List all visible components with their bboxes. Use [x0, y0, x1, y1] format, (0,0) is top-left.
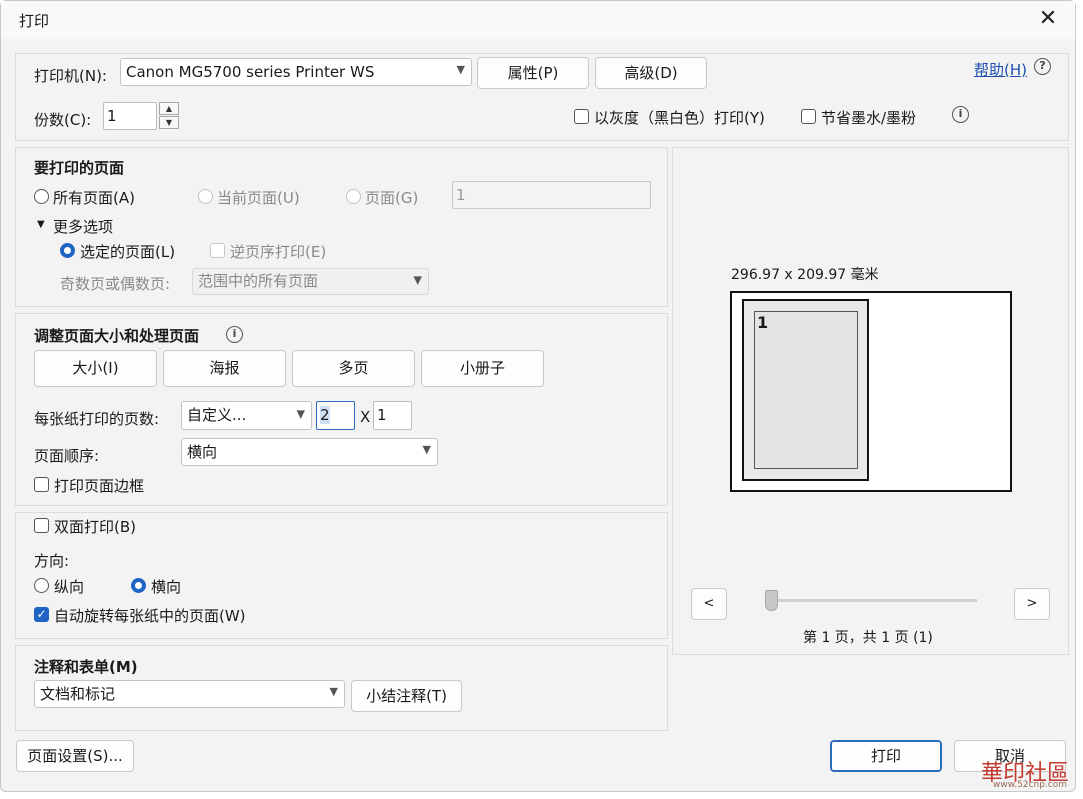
landscape-label[interactable]: 横向 [151, 576, 181, 597]
duplex-checkbox[interactable] [34, 518, 49, 533]
copies-increment-button[interactable]: ▲ [159, 102, 179, 115]
preview-panel: 296.97 x 209.97 毫米 1 < > 第 1 页，共 1 页 (1) [672, 147, 1069, 655]
close-icon[interactable]: ✕ [1033, 5, 1063, 35]
pages-per-sheet-label: 每张纸打印的页数: [34, 410, 160, 428]
page-sizing-heading: 调整页面大小和处理页面 [34, 327, 200, 345]
print-border-checkbox[interactable] [34, 477, 49, 492]
window-title: 打印 [19, 12, 50, 30]
current-page-radio[interactable] [198, 189, 213, 204]
print-button[interactable]: 打印 [830, 740, 942, 772]
duplex-label[interactable]: 双面打印(B) [54, 516, 136, 537]
advanced-button[interactable]: 高级(D) [595, 57, 707, 89]
page-order-value: 横向 [187, 443, 218, 461]
times-label: X [360, 408, 371, 426]
comments-heading: 注释和表单(M) [34, 658, 138, 676]
reverse-order-label[interactable]: 逆页序打印(E) [230, 241, 326, 262]
chevron-down-icon: ▼ [329, 684, 338, 698]
save-ink-checkbox[interactable] [801, 109, 816, 124]
rows-value: 1 [377, 406, 387, 424]
auto-rotate-checkbox[interactable]: ✓ [34, 607, 49, 622]
grayscale-checkbox[interactable] [574, 109, 589, 124]
chevron-down-icon: ▼ [296, 406, 305, 420]
help-link[interactable]: 帮助(H) [974, 59, 1027, 80]
all-pages-label[interactable]: 所有页面(A) [53, 187, 135, 208]
pages-per-sheet-value: 自定义... [187, 406, 247, 424]
save-ink-label[interactable]: 节省墨水/墨粉 [821, 107, 916, 128]
preview-slider-thumb[interactable] [765, 590, 778, 611]
pages-label[interactable]: 页面(G) [365, 187, 418, 208]
help-question-icon[interactable]: ? [1034, 58, 1051, 75]
chevron-down-icon: ▼ [456, 62, 465, 76]
preview-page-number: 1 [757, 313, 769, 332]
preview-page-area: 1 [742, 299, 869, 481]
paper-dimensions: 296.97 x 209.97 毫米 [731, 267, 879, 283]
copies-label: 份数(C): [34, 111, 92, 129]
reverse-order-checkbox[interactable] [210, 243, 225, 258]
multiple-pages-button[interactable]: 多页 [292, 350, 415, 387]
copies-decrement-button[interactable]: ▼ [159, 116, 179, 129]
odd-even-select[interactable]: 范围中的所有页面 ▼ [192, 268, 429, 295]
print-dialog: 打印 ✕ 打印机(N): Canon MG5700 series Printer… [0, 0, 1076, 792]
poster-button[interactable]: 海报 [163, 350, 286, 387]
page-status: 第 1 页，共 1 页 (1) [803, 630, 933, 646]
watermark-url: www.52cnp.com [992, 780, 1067, 790]
duplex-panel: 双面打印(B) 方向: 纵向 横向 ✓ 自动旋转每张纸中的页面(W) [15, 512, 668, 639]
grayscale-label[interactable]: 以灰度（黑白色）打印(Y) [594, 107, 765, 128]
next-page-button[interactable]: > [1014, 588, 1050, 620]
pages-heading: 要打印的页面 [34, 159, 125, 177]
selected-pages-label[interactable]: 选定的页面(L) [80, 241, 175, 262]
portrait-label[interactable]: 纵向 [54, 576, 84, 597]
title-bar: 打印 ✕ [1, 1, 1075, 39]
comments-panel: 注释和表单(M) 文档和标记 ▼ 小结注释(T) [15, 645, 668, 731]
chevron-down-icon: ▼ [413, 273, 422, 286]
triangle-down-icon[interactable]: ▼ [37, 219, 45, 230]
chevron-down-icon: ▼ [422, 442, 431, 456]
booklet-button[interactable]: 小册子 [421, 350, 544, 387]
orientation-label: 方向: [34, 552, 70, 570]
columns-value: 2 [320, 406, 330, 424]
odd-even-value: 范围中的所有页面 [198, 272, 319, 290]
page-sizing-panel: 调整页面大小和处理页面 i 大小(I) 海报 多页 小册子 每张纸打印的页数: … [15, 313, 668, 506]
pages-range-input[interactable]: 1 [452, 181, 651, 209]
preview-page: 1 [754, 311, 858, 469]
summarize-comments-button[interactable]: 小结注释(T) [351, 680, 462, 712]
size-button[interactable]: 大小(I) [34, 350, 157, 387]
portrait-radio[interactable] [34, 578, 49, 593]
rows-input[interactable]: 1 [373, 401, 412, 430]
info-icon[interactable]: i [952, 106, 969, 123]
preview-sheet: 1 [730, 291, 1012, 492]
odd-even-label: 奇数页或偶数页: [60, 275, 171, 293]
comments-select[interactable]: 文档和标记 ▼ [34, 680, 345, 708]
comments-value: 文档和标记 [40, 685, 116, 703]
info-icon[interactable]: i [226, 326, 243, 343]
page-order-label: 页面顺序: [34, 447, 100, 465]
selected-pages-radio[interactable] [60, 243, 75, 258]
prev-page-button[interactable]: < [691, 588, 727, 620]
printer-label: 打印机(N): [34, 67, 107, 85]
preview-slider-track[interactable] [765, 599, 977, 602]
all-pages-radio[interactable] [34, 189, 49, 204]
copies-input[interactable]: 1 [103, 102, 157, 130]
landscape-radio[interactable] [131, 578, 146, 593]
pages-range-value: 1 [456, 186, 466, 204]
pages-radio[interactable] [346, 189, 361, 204]
printer-panel: 打印机(N): Canon MG5700 series Printer WS ▼… [15, 53, 1069, 141]
pages-to-print-panel: 要打印的页面 所有页面(A) 当前页面(U) 页面(G) 1 ▼ 更多选项 选定… [15, 147, 668, 307]
printer-select[interactable]: Canon MG5700 series Printer WS ▼ [120, 58, 472, 86]
current-page-label[interactable]: 当前页面(U) [217, 187, 300, 208]
auto-rotate-label[interactable]: 自动旋转每张纸中的页面(W) [54, 605, 246, 626]
print-border-label[interactable]: 打印页面边框 [54, 475, 144, 496]
properties-button[interactable]: 属性(P) [477, 57, 589, 89]
pages-per-sheet-select[interactable]: 自定义... ▼ [181, 401, 312, 430]
more-options-toggle[interactable]: 更多选项 [53, 216, 113, 237]
page-setup-button[interactable]: 页面设置(S)... [16, 740, 134, 772]
columns-input[interactable]: 2 [316, 401, 355, 430]
printer-select-value: Canon MG5700 series Printer WS [126, 63, 375, 81]
copies-value: 1 [107, 107, 117, 125]
page-order-select[interactable]: 横向 ▼ [181, 438, 438, 466]
